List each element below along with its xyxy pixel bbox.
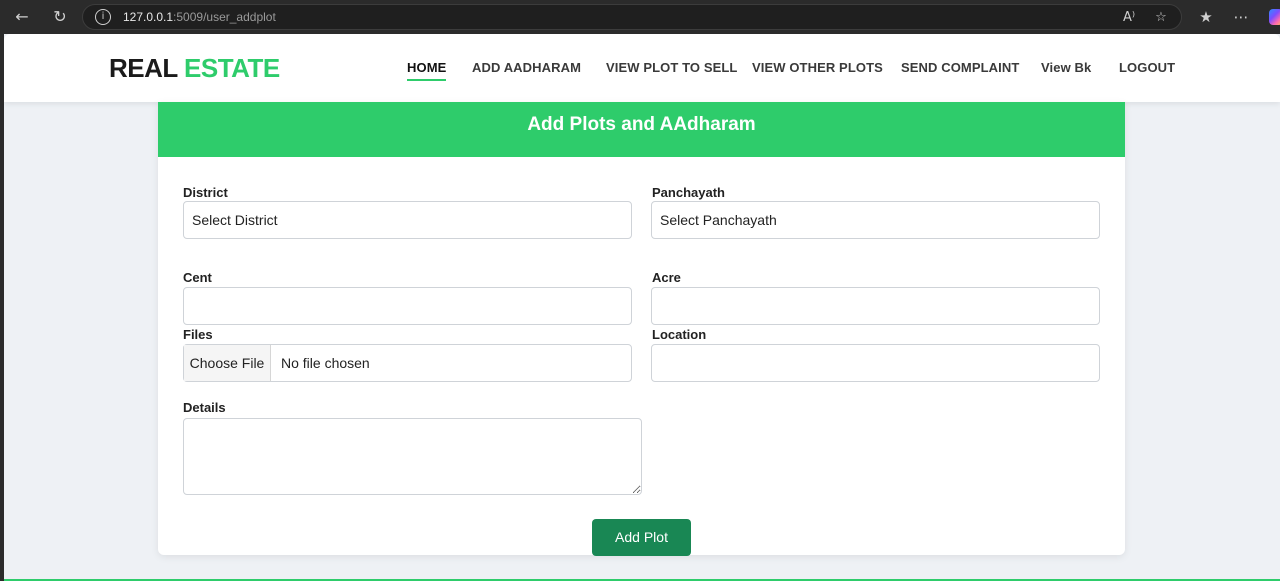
choose-file-button[interactable]: Choose File (184, 345, 271, 381)
add-plot-button[interactable]: Add Plot (592, 519, 691, 556)
nav-home[interactable]: HOME (407, 60, 447, 81)
district-label: District (183, 185, 228, 200)
form-title: Add Plots and AAdharam (158, 102, 1125, 157)
logo-word-1: REAL (109, 53, 178, 83)
back-icon[interactable]: ← (10, 5, 34, 29)
acre-input[interactable] (651, 287, 1100, 325)
browser-toolbar: ← ↻ i 127.0.0.1:5009/user_addplot A⁾ ☆ ★… (0, 0, 1280, 34)
page: REAL ESTATE HOME ADD AADHARAM VIEW PLOT … (4, 34, 1280, 581)
panchayath-label: Panchayath (652, 185, 725, 200)
nav-add-aadharam[interactable]: ADD AADHARAM (472, 60, 581, 75)
location-input[interactable] (651, 344, 1100, 382)
url-host: 127.0.0.1 (123, 10, 174, 24)
site-header: REAL ESTATE HOME ADD AADHARAM VIEW PLOT … (4, 34, 1280, 102)
add-plot-card: Add Plots and AAdharam District Select D… (158, 102, 1125, 556)
nav-view-bk[interactable]: View Bk (1041, 60, 1091, 75)
read-aloud-icon[interactable]: A⁾ (1119, 8, 1139, 28)
site-info-icon[interactable]: i (95, 9, 111, 25)
location-label: Location (652, 327, 707, 342)
nav-view-plot-to-sell[interactable]: VIEW PLOT TO SELL (606, 60, 737, 75)
copilot-icon[interactable] (1269, 9, 1280, 25)
url-path: :5009/user_addplot (173, 10, 276, 24)
cent-label: Cent (183, 270, 212, 285)
nav-send-complaint[interactable]: SEND COMPLAINT (901, 60, 1019, 75)
details-label: Details (183, 400, 226, 415)
favorite-star-icon[interactable]: ☆ (1151, 8, 1171, 28)
district-select[interactable]: Select District (183, 201, 632, 239)
address-bar[interactable]: i 127.0.0.1:5009/user_addplot A⁾ ☆ (82, 4, 1182, 30)
address-url[interactable]: 127.0.0.1:5009/user_addplot (123, 10, 276, 24)
more-menu-icon[interactable]: ⋯ (1229, 5, 1253, 29)
reload-icon[interactable]: ↻ (48, 5, 72, 29)
logo-word-2: ESTATE (184, 53, 280, 83)
cent-input[interactable] (183, 287, 632, 325)
favorites-icon[interactable]: ★ (1194, 5, 1218, 29)
nav-logout[interactable]: LOGOUT (1119, 60, 1175, 75)
panchayath-select[interactable]: Select Panchayath (651, 201, 1100, 239)
file-status: No file chosen (281, 355, 370, 371)
acre-label: Acre (652, 270, 681, 285)
details-textarea[interactable] (183, 418, 642, 495)
nav-view-other-plots[interactable]: VIEW OTHER PLOTS (752, 60, 883, 75)
site-logo[interactable]: REAL ESTATE (109, 53, 280, 84)
files-input[interactable]: Choose File No file chosen (183, 344, 632, 382)
files-label: Files (183, 327, 213, 342)
